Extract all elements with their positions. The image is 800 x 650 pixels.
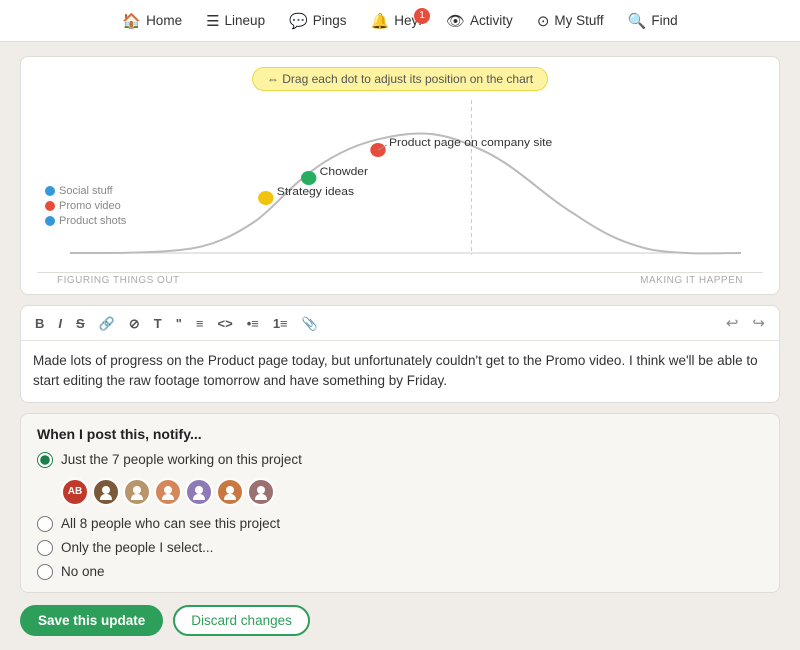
nav-pings[interactable]: 💬 Pings: [289, 12, 346, 30]
avatar-3: [123, 478, 151, 506]
radio-7people[interactable]: [37, 452, 53, 468]
activity-icon: 👁: [446, 12, 465, 30]
pings-icon: 💬: [289, 12, 308, 30]
nav-mystuff[interactable]: ⊙ My Stuff: [537, 12, 604, 30]
action-buttons: Save this update Discard changes: [20, 605, 780, 636]
toolbar-quote[interactable]: ": [172, 315, 186, 332]
legend-promo: Promo video: [45, 200, 126, 212]
nav-lineup[interactable]: ☰ Lineup: [206, 12, 265, 30]
avatar-2: [92, 478, 120, 506]
chart-label-left: FIGURING THINGS OUT: [57, 275, 180, 286]
save-button[interactable]: Save this update: [20, 605, 163, 636]
svg-text:Product page on company site: Product page on company site: [389, 137, 552, 148]
toolbar-align[interactable]: ≡: [192, 315, 208, 332]
toolbar-undo[interactable]: ↩: [722, 312, 743, 334]
hey-icon: 🔔: [371, 12, 390, 30]
chart-axis-labels: FIGURING THINGS OUT MAKING IT HAPPEN: [37, 272, 763, 288]
chart-label-right: MAKING IT HAPPEN: [640, 275, 743, 286]
radio-all8[interactable]: [37, 516, 53, 532]
toolbar-ul[interactable]: •≡: [243, 315, 263, 332]
avatar-6: [216, 478, 244, 506]
nav-home[interactable]: 🏠 Home: [122, 12, 182, 30]
main-content: ⇔ Drag each dot to adjust its position o…: [0, 42, 800, 650]
toolbar-bold[interactable]: B: [31, 315, 48, 332]
radio-item-noone[interactable]: No one: [37, 564, 763, 580]
hey-badge: 1: [414, 8, 430, 24]
toolbar-italic[interactable]: I: [54, 315, 66, 332]
legend-product-shots-dot: [45, 216, 55, 226]
editor-toolbar: B I S 🔗 ⊘ T " ≡ <> •≡ 1≡ 📎 ↩ ↪: [21, 306, 779, 341]
chart-area: Social stuff Promo video Product shots: [37, 95, 763, 270]
svg-text:Chowder: Chowder: [320, 166, 369, 177]
lineup-icon: ☰: [206, 12, 219, 30]
toolbar-link[interactable]: 🔗: [95, 315, 119, 332]
avatar-4: [154, 478, 182, 506]
notify-title: When I post this, notify...: [37, 426, 763, 442]
chart-legend: Social stuff Promo video Product shots: [45, 185, 126, 227]
avatar-7: [247, 478, 275, 506]
radio-item-7people[interactable]: Just the 7 people working on this projec…: [37, 452, 763, 468]
main-nav: 🏠 Home ☰ Lineup 💬 Pings 🔔 Hey! 1 👁 Activ…: [0, 0, 800, 42]
legend-social: Social stuff: [45, 185, 126, 197]
drag-hint: ⇔ Drag each dot to adjust its position o…: [252, 67, 548, 91]
radio-select[interactable]: [37, 540, 53, 556]
avatars-row: AB: [61, 478, 763, 506]
toolbar-ol[interactable]: 1≡: [269, 315, 292, 332]
mystuff-icon: ⊙: [537, 12, 550, 30]
radio-item-select[interactable]: Only the people I select...: [37, 540, 763, 556]
chart-card: ⇔ Drag each dot to adjust its position o…: [20, 56, 780, 295]
legend-social-dot: [45, 186, 55, 196]
nav-activity[interactable]: 👁 Activity: [446, 12, 513, 30]
nav-hey[interactable]: 🔔 Hey! 1: [371, 12, 422, 30]
avatar-5: [185, 478, 213, 506]
radio-item-all8[interactable]: All 8 people who can see this project: [37, 516, 763, 532]
dot-chowder[interactable]: [301, 171, 316, 185]
radio-noone[interactable]: [37, 564, 53, 580]
nav-find[interactable]: 🔍 Find: [628, 12, 678, 30]
legend-product-shots: Product shots: [45, 215, 126, 227]
editor-card: B I S 🔗 ⊘ T " ≡ <> •≡ 1≡ 📎 ↩ ↪ Made lots…: [20, 305, 780, 403]
dot-strategy[interactable]: [258, 191, 273, 205]
legend-promo-dot: [45, 201, 55, 211]
toolbar-strikethrough[interactable]: S: [72, 315, 89, 332]
radio-group: Just the 7 people working on this projec…: [37, 452, 763, 580]
toolbar-text-style[interactable]: T: [150, 315, 166, 332]
svg-text:Strategy ideas: Strategy ideas: [277, 186, 354, 197]
toolbar-code[interactable]: <>: [214, 315, 237, 332]
find-icon: 🔍: [628, 12, 647, 30]
avatar-1: AB: [61, 478, 89, 506]
discard-button[interactable]: Discard changes: [173, 605, 310, 636]
notify-section: When I post this, notify... Just the 7 p…: [20, 413, 780, 593]
chart-svg: Product page on company site Chowder Str…: [37, 95, 763, 270]
toolbar-attachment[interactable]: 📎: [298, 315, 322, 332]
editor-content-area[interactable]: Made lots of progress on the Product pag…: [21, 341, 779, 402]
toolbar-redo[interactable]: ↪: [748, 312, 769, 334]
home-icon: 🏠: [122, 12, 141, 30]
toolbar-unlink[interactable]: ⊘: [125, 315, 144, 332]
